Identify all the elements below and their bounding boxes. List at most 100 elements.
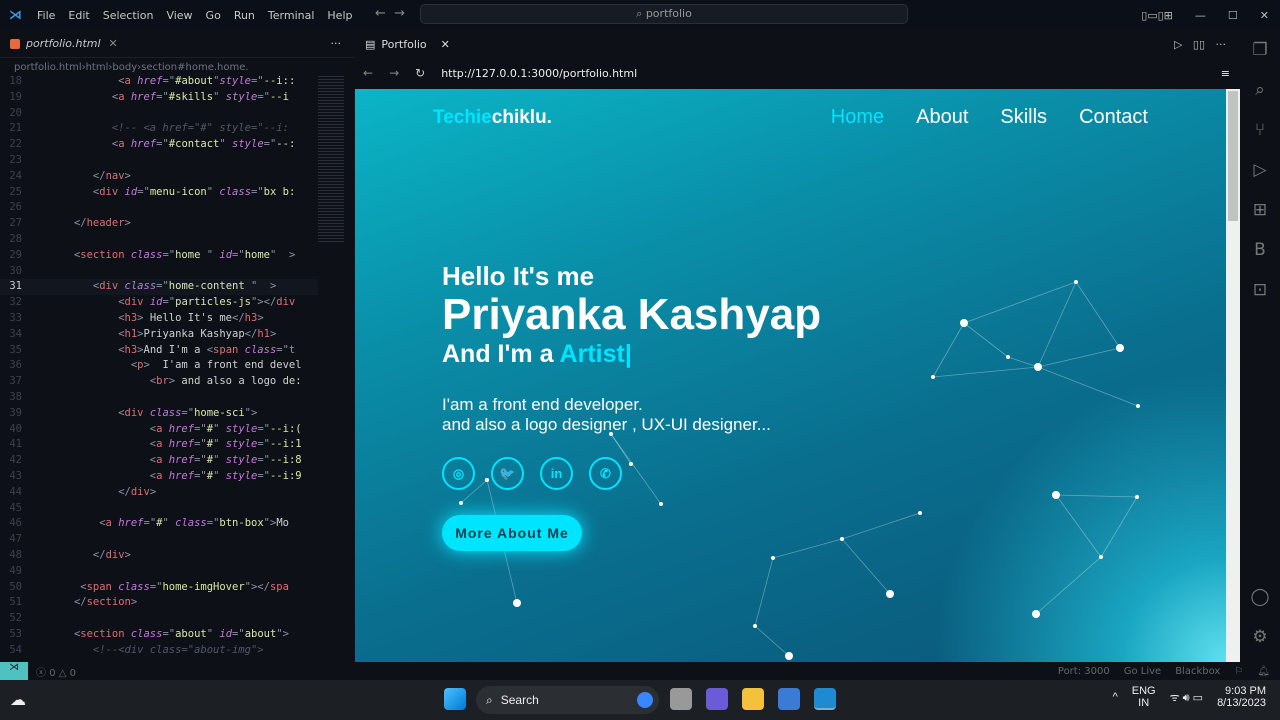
code-line[interactable]: 51 </section> <box>0 595 318 611</box>
whatsapp-link[interactable]: ✆ <box>589 457 622 490</box>
editor-tab[interactable]: portfolio.html ✕ ··· <box>0 30 355 58</box>
nav-arrows[interactable]: ← → <box>375 6 405 21</box>
task-view-icon[interactable] <box>670 688 692 710</box>
linkedin-link[interactable]: in <box>540 457 573 490</box>
code-line[interactable]: 33 <h3> Hello It's me</h3> <box>0 311 318 327</box>
close-tab-icon[interactable]: ✕ <box>441 38 450 51</box>
windows-start-icon[interactable] <box>444 688 466 710</box>
source-control-icon[interactable]: ⑂ <box>1240 110 1280 150</box>
menu-run[interactable]: Run <box>234 9 255 22</box>
menu-go[interactable]: Go <box>206 9 221 22</box>
nav-link-home[interactable]: Home <box>831 106 884 129</box>
port-status[interactable]: Port: 3000 <box>1058 666 1110 677</box>
breadcrumb-item[interactable]: html <box>86 62 109 73</box>
code-line[interactable]: 22 <a href="#contact" style="--: <box>0 137 318 153</box>
file-explorer-icon[interactable] <box>742 688 764 710</box>
scrollbar[interactable] <box>1226 89 1240 662</box>
code-line[interactable]: 52 <box>0 611 318 627</box>
code-line[interactable]: 53 <section class="about" id="about"> <box>0 627 318 643</box>
code-line[interactable]: 43 <a href="#" style="--i:9 <box>0 469 318 485</box>
notifications-bell-icon[interactable]: 🔔︎ <box>1257 666 1270 677</box>
extensions-icon[interactable]: ⊞ <box>1240 190 1280 230</box>
minimize-button[interactable]: — <box>1195 9 1206 22</box>
menu-file[interactable]: File <box>37 9 55 22</box>
code-line[interactable]: 19 <a href="#skills" style="--i <box>0 90 318 106</box>
menu-terminal[interactable]: Terminal <box>268 9 315 22</box>
language-indicator[interactable]: ENG IN <box>1132 685 1156 709</box>
more-actions-icon[interactable]: ··· <box>331 37 342 50</box>
terminal-icon[interactable]: ⊡ <box>1240 270 1280 310</box>
code-line[interactable]: 34 <h1>Priyanka Kashyap</h1> <box>0 327 318 343</box>
vscode-taskbar-icon[interactable] <box>814 688 836 710</box>
blackbox-icon[interactable]: B <box>1240 230 1280 270</box>
minimap[interactable] <box>318 74 344 244</box>
code-line[interactable]: 42 <a href="#" style="--i:8 <box>0 453 318 469</box>
code-line[interactable]: 18 <a href="#about"style="--i:: <box>0 74 318 90</box>
url-field[interactable]: http://127.0.0.1:3000/portfolio.html <box>441 67 637 80</box>
editor-actions[interactable]: ▷ ▯▯ ··· <box>1174 38 1226 51</box>
code-line[interactable]: 27 </header> <box>0 216 318 232</box>
show-hidden-icons[interactable]: ^ <box>1113 691 1118 703</box>
forward-icon[interactable]: → <box>389 66 399 80</box>
nav-link-contact[interactable]: Contact <box>1079 106 1148 129</box>
code-line[interactable]: 23 <box>0 153 318 169</box>
wifi-volume-battery-icons[interactable]: ᯤ 🔊︎ ▭ <box>1170 690 1203 705</box>
taskbar-search[interactable]: ⌕ Search <box>476 686 659 714</box>
code-line[interactable]: 26 <box>0 200 318 216</box>
clock[interactable]: 9:03 PM 8/13/2023 <box>1217 685 1266 709</box>
instagram-link[interactable]: ◎ <box>442 457 475 490</box>
close-tab-icon[interactable]: ✕ <box>109 37 118 50</box>
back-icon[interactable]: ← <box>363 66 373 80</box>
reload-icon[interactable]: ↻ <box>415 66 425 80</box>
twitter-link[interactable]: 🐦 <box>491 457 524 490</box>
code-line[interactable]: 30 <box>0 264 318 280</box>
blackbox-status[interactable]: Blackbox <box>1175 666 1220 677</box>
code-line[interactable]: 29 <section class="home " id="home" > <box>0 248 318 264</box>
code-line[interactable]: 50 <span class="home-imgHover"></spa <box>0 580 318 596</box>
go-live-button[interactable]: Go Live <box>1124 666 1161 677</box>
breadcrumb-item[interactable]: portfolio.html <box>14 62 82 73</box>
code-lines[interactable]: 18 <a href="#about"style="--i:: 19 <a hre… <box>0 74 318 658</box>
code-line[interactable]: 35 <h3>And I'm a <span class="t <box>0 343 318 359</box>
menu-edit[interactable]: Edit <box>68 9 89 22</box>
code-line[interactable]: 49 <box>0 564 318 580</box>
chat-icon[interactable] <box>706 688 728 710</box>
code-line[interactable]: 20 <box>0 106 318 122</box>
more-about-me-button[interactable]: More About Me <box>442 515 582 551</box>
search-icon[interactable]: ⌕ <box>1240 70 1280 110</box>
breadcrumb-item[interactable]: body <box>112 62 137 73</box>
menu-icon[interactable]: ≡ <box>1221 67 1230 80</box>
code-line[interactable]: 46 <a href="#" class="btn-box">Mo <box>0 516 318 532</box>
code-line[interactable]: 24 </nav> <box>0 169 318 185</box>
remote-icon[interactable]: ⋊ <box>0 662 28 680</box>
code-line[interactable]: 44 </div> <box>0 485 318 501</box>
feedback-icon[interactable]: ⚐ <box>1234 666 1243 677</box>
code-line[interactable]: 21 <!-- <a href="#" style="--i: <box>0 121 318 137</box>
code-line[interactable]: 31 <div class="home-content " > <box>0 279 318 296</box>
code-line[interactable]: 54 <!--<div class="about-img"> <box>0 643 318 659</box>
code-line[interactable]: 41 <a href="#" style="--i:1 <box>0 437 318 453</box>
code-line[interactable]: 32 <div id="particles-js"></div <box>0 295 318 311</box>
code-line[interactable]: 40 <a href="#" style="--i:( <box>0 422 318 438</box>
code-line[interactable]: 45 <box>0 501 318 517</box>
close-button[interactable]: ✕ <box>1260 9 1269 22</box>
breadcrumb-item[interactable]: section#home.home. <box>141 62 248 73</box>
run-debug-icon[interactable]: ▷ <box>1240 150 1280 190</box>
problems-indicator[interactable]: ⓧ 0 △ 0 <box>36 664 76 679</box>
weather-icon[interactable]: ☁ <box>10 690 26 710</box>
code-line[interactable]: 28 <box>0 232 318 248</box>
code-line[interactable]: 48 </div> <box>0 548 318 564</box>
code-line[interactable]: 25 <div id="menu-icon" class="bx b: <box>0 185 318 201</box>
code-line[interactable]: 39 <div class="home-sci"> <box>0 406 318 422</box>
nav-link-skills[interactable]: Skills <box>1000 106 1047 129</box>
command-center-search[interactable]: ⌕ portfolio <box>420 4 908 24</box>
code-line[interactable]: 47 <box>0 532 318 548</box>
maximize-button[interactable]: ☐ <box>1228 9 1238 22</box>
settings-gear-icon[interactable]: ⚙ <box>1240 617 1280 657</box>
layout-icon[interactable]: ▯▭▯⊞ <box>1141 9 1173 22</box>
browser-tab[interactable]: ▤ Portfolio ✕ ▷ ▯▯ ··· <box>355 30 1240 58</box>
nav-link-about[interactable]: About <box>916 106 968 129</box>
menu-selection[interactable]: Selection <box>103 9 154 22</box>
menu-help[interactable]: Help <box>327 9 352 22</box>
account-icon[interactable]: ◯ <box>1240 577 1280 617</box>
